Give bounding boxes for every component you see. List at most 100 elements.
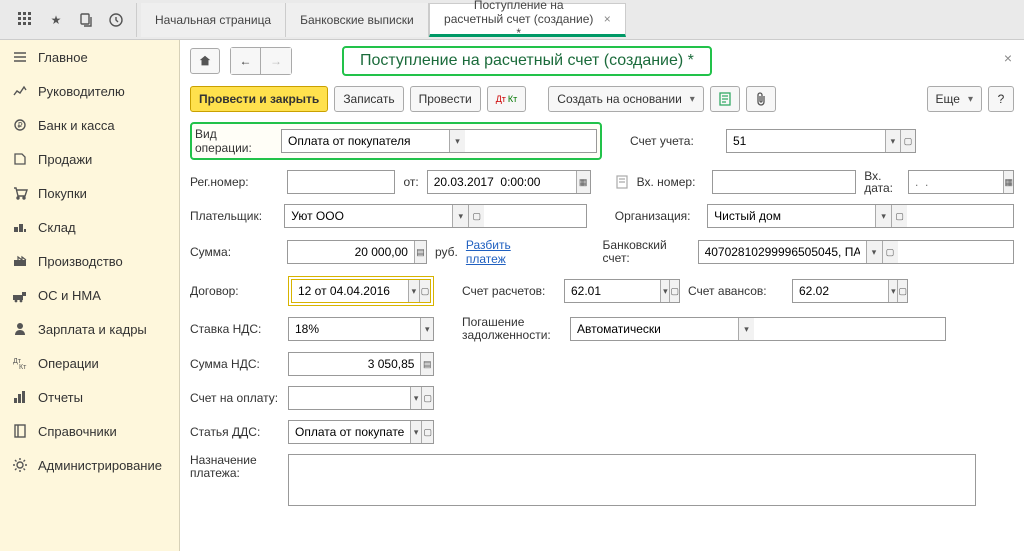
org-label: Организация: xyxy=(615,209,699,223)
adv-acc-open-icon[interactable]: ▢ xyxy=(897,280,907,302)
debt-input[interactable] xyxy=(571,318,738,340)
star-icon[interactable]: ★ xyxy=(46,10,66,30)
account-input[interactable] xyxy=(727,130,885,152)
operation-label: Вид операции: xyxy=(195,127,273,155)
calc-acc-dropdown-icon[interactable]: ▾ xyxy=(660,280,669,302)
sidebar-item-prod[interactable]: Производство xyxy=(0,244,179,278)
dtkt-button[interactable]: ДтКт xyxy=(487,86,527,112)
vat-rate-input[interactable] xyxy=(289,318,420,340)
sidebar-item-label: ОС и НМА xyxy=(38,288,101,303)
tab-current[interactable]: Поступление на расчетный счет (создание)… xyxy=(429,3,626,37)
apps-icon[interactable] xyxy=(16,10,36,30)
sidebar-item-menu[interactable]: Главное xyxy=(0,40,179,74)
bank-acc-input[interactable] xyxy=(699,241,866,263)
tab-bank-statements[interactable]: Банковские выписки xyxy=(286,3,429,37)
operation-input[interactable] xyxy=(282,130,449,152)
sidebar-item-stock[interactable]: Склад xyxy=(0,210,179,244)
pay-acc-dropdown-icon[interactable]: ▾ xyxy=(410,387,422,409)
vat-rate-dropdown-icon[interactable]: ▾ xyxy=(420,318,433,340)
org-input[interactable] xyxy=(708,205,875,227)
operation-dropdown-icon[interactable]: ▾ xyxy=(449,130,465,152)
contract-input[interactable] xyxy=(292,280,408,302)
in-date-input[interactable] xyxy=(909,171,1003,193)
in-date-calendar-icon[interactable]: ▦ xyxy=(1003,171,1013,193)
os-icon xyxy=(12,287,28,303)
contract-dropdown-icon[interactable]: ▾ xyxy=(408,280,419,302)
org-dropdown-icon[interactable]: ▾ xyxy=(875,205,891,227)
sidebar-item-admin[interactable]: Администрирование xyxy=(0,448,179,482)
home-button[interactable] xyxy=(190,48,220,74)
sidebar-item-sales[interactable]: Продажи xyxy=(0,142,179,176)
queue-icon[interactable] xyxy=(76,10,96,30)
sidebar-item-lead[interactable]: Руководителю xyxy=(0,74,179,108)
vat-sum-input[interactable] xyxy=(289,353,420,375)
history-icon[interactable] xyxy=(106,10,126,30)
sidebar-item-label: Главное xyxy=(38,50,88,65)
in-num-label: Вх. номер: xyxy=(637,175,705,189)
post-and-close-button[interactable]: Провести и закрыть xyxy=(190,86,328,112)
calc-acc-label: Счет расчетов: xyxy=(462,284,556,298)
adv-acc-label: Счет авансов: xyxy=(688,284,784,298)
close-page-icon[interactable]: × xyxy=(1004,50,1012,66)
contract-label: Договор: xyxy=(190,284,280,298)
create-based-button[interactable]: Создать на основании xyxy=(548,86,704,112)
save-button[interactable]: Записать xyxy=(334,86,403,112)
org-open-icon[interactable]: ▢ xyxy=(891,205,907,227)
sidebar-item-reports[interactable]: Отчеты xyxy=(0,380,179,414)
sidebar-item-bank[interactable]: ₽Банк и касса xyxy=(0,108,179,142)
regnum-input[interactable] xyxy=(288,171,394,193)
split-payment-link[interactable]: Разбить платеж xyxy=(466,238,553,266)
in-date-label: Вх. дата: xyxy=(864,170,900,194)
dds-dropdown-icon[interactable]: ▾ xyxy=(410,421,422,443)
dds-open-icon[interactable]: ▢ xyxy=(421,421,433,443)
contract-open-icon[interactable]: ▢ xyxy=(419,280,430,302)
bank-acc-dropdown-icon[interactable]: ▾ xyxy=(866,241,882,263)
sidebar-item-label: Справочники xyxy=(38,424,117,439)
sum-calc-icon[interactable]: ▤ xyxy=(414,241,426,263)
date-input[interactable] xyxy=(428,171,576,193)
payer-dropdown-icon[interactable]: ▾ xyxy=(452,205,468,227)
salary-icon xyxy=(12,321,28,337)
sidebar-item-ops[interactable]: ДтКтОперации xyxy=(0,346,179,380)
doc-button[interactable] xyxy=(710,86,740,112)
calc-acc-input[interactable] xyxy=(565,280,660,302)
sum-input[interactable] xyxy=(288,241,414,263)
calc-acc-open-icon[interactable]: ▢ xyxy=(669,280,679,302)
nav-fwd-button[interactable]: → xyxy=(261,48,291,74)
bank-acc-open-icon[interactable]: ▢ xyxy=(882,241,898,263)
tab-home[interactable]: Начальная страница xyxy=(141,3,286,37)
dds-input[interactable] xyxy=(289,421,410,443)
payer-input[interactable] xyxy=(285,205,452,227)
guides-icon xyxy=(12,423,28,439)
stock-icon xyxy=(12,219,28,235)
sidebar-item-os[interactable]: ОС и НМА xyxy=(0,278,179,312)
nav-back-button[interactable]: ← xyxy=(231,48,261,74)
adv-acc-dropdown-icon[interactable]: ▾ xyxy=(888,280,897,302)
more-button[interactable]: Еще xyxy=(927,86,982,112)
account-label: Счет учета: xyxy=(630,134,718,148)
pay-acc-open-icon[interactable]: ▢ xyxy=(421,387,433,409)
currency-label: руб. xyxy=(435,245,458,259)
page-content: × ← → Поступление на расчетный счет (соз… xyxy=(180,40,1024,551)
pay-acc-input[interactable] xyxy=(289,387,410,409)
payer-open-icon[interactable]: ▢ xyxy=(468,205,484,227)
account-dropdown-icon[interactable]: ▾ xyxy=(885,130,900,152)
adv-acc-input[interactable] xyxy=(793,280,888,302)
sidebar-item-salary[interactable]: Зарплата и кадры xyxy=(0,312,179,346)
post-button[interactable]: Провести xyxy=(410,86,481,112)
purpose-textarea[interactable] xyxy=(288,454,976,506)
debt-dropdown-icon[interactable]: ▾ xyxy=(738,318,754,340)
in-num-input[interactable] xyxy=(713,171,855,193)
help-button[interactable]: ? xyxy=(988,86,1014,112)
sidebar-item-guides[interactable]: Справочники xyxy=(0,414,179,448)
tab-close-icon[interactable]: × xyxy=(604,12,611,26)
sales-icon xyxy=(12,151,28,167)
purpose-label: Назначение платежа: xyxy=(190,454,280,480)
account-open-icon[interactable]: ▢ xyxy=(900,130,915,152)
bank-icon: ₽ xyxy=(12,117,28,133)
sidebar-item-label: Производство xyxy=(38,254,123,269)
attach-button[interactable] xyxy=(746,86,776,112)
vat-sum-calc-icon[interactable]: ▤ xyxy=(420,353,433,375)
calendar-icon[interactable]: ▦ xyxy=(576,171,590,193)
sidebar-item-purchase[interactable]: Покупки xyxy=(0,176,179,210)
